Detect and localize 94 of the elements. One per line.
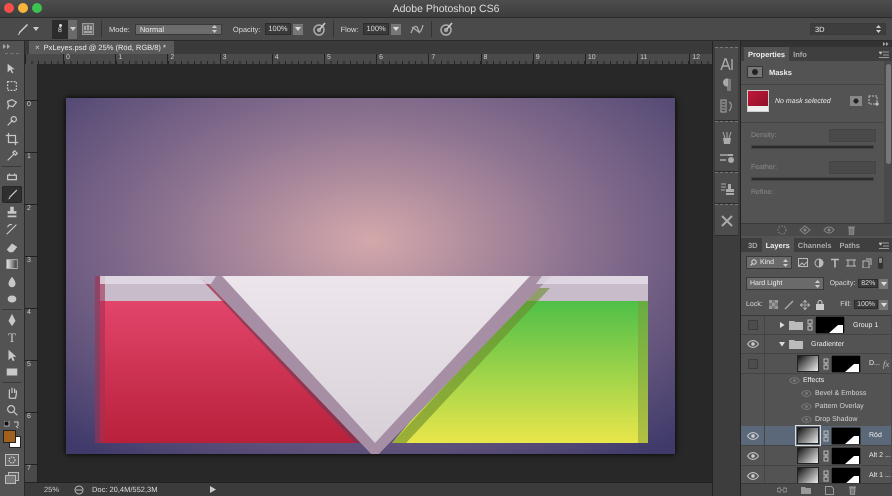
zoom-window-button[interactable] xyxy=(32,3,42,13)
image-filter-icon[interactable] xyxy=(798,258,808,267)
type-filter-icon[interactable] xyxy=(830,258,840,268)
add-vector-mask-icon[interactable] xyxy=(868,95,880,107)
folder-icon xyxy=(789,320,803,330)
caret-icon[interactable] xyxy=(33,27,39,31)
link-icon xyxy=(823,450,829,462)
layer-thumbnail xyxy=(747,90,769,112)
brush-tool-button[interactable] xyxy=(2,186,22,203)
close-window-button[interactable] xyxy=(4,3,14,13)
stamp-tool-icon xyxy=(5,204,19,219)
brush-icon[interactable] xyxy=(784,300,794,310)
panel-menu-icon[interactable] xyxy=(879,50,889,58)
fx-label: fx xyxy=(882,358,890,368)
filter-toggle[interactable] xyxy=(878,256,883,268)
layer-thumbnail xyxy=(797,447,819,464)
mask-icon xyxy=(747,66,763,78)
close-tab-button[interactable]: × xyxy=(35,43,40,52)
caret-icon xyxy=(880,302,886,306)
caret-icon xyxy=(392,27,399,31)
link-layers-icon[interactable] xyxy=(776,487,786,493)
layer-thumbnail xyxy=(797,355,819,372)
brush-panel-icon[interactable] xyxy=(82,23,94,35)
trash-icon[interactable] xyxy=(847,225,856,235)
eye-icon[interactable] xyxy=(823,225,835,235)
opacity-caret-button[interactable] xyxy=(292,24,303,34)
link-icon xyxy=(823,470,829,482)
stepper-arrows-icon xyxy=(783,258,788,266)
slider-track[interactable] xyxy=(751,145,874,149)
preview-icon[interactable] xyxy=(74,484,84,494)
character-panel-icon[interactable] xyxy=(720,57,734,71)
crop-tool-icon xyxy=(5,132,19,146)
eye-icon[interactable] xyxy=(746,432,758,440)
lock-pixels-icon[interactable] xyxy=(768,300,778,309)
folder-icon[interactable] xyxy=(800,486,810,494)
disclosure-triangle-icon[interactable] xyxy=(779,322,785,328)
minimize-window-button[interactable] xyxy=(18,3,28,13)
marquee-tool-icon xyxy=(5,79,19,94)
caret-icon xyxy=(70,27,76,31)
type-tool-button[interactable]: T xyxy=(2,328,22,346)
eye-icon[interactable] xyxy=(746,472,758,480)
paragraph-panel-icon[interactable] xyxy=(722,78,732,92)
eye-icon[interactable] xyxy=(746,340,758,348)
expand-icon[interactable] xyxy=(3,44,11,49)
caret-icon xyxy=(880,282,887,286)
panel-menu-icon[interactable] xyxy=(879,242,889,248)
stepper-arrows-icon xyxy=(876,25,881,33)
quick-select-tool-icon xyxy=(5,114,19,128)
add-pixel-mask-icon[interactable] xyxy=(850,96,862,106)
eye-icon[interactable] xyxy=(746,452,758,460)
wrench-screwdriver-icon[interactable] xyxy=(720,214,734,228)
stepper-arrows-icon xyxy=(212,25,217,33)
shape-filter-icon[interactable] xyxy=(846,258,856,268)
window-title: Adobe Photoshop CS6 xyxy=(392,2,500,14)
lock-icon[interactable] xyxy=(816,300,824,310)
disclosure-triangle-icon[interactable] xyxy=(779,341,785,347)
lasso-tool-icon xyxy=(5,96,19,111)
folder-icon xyxy=(789,339,803,349)
stepper-arrows-icon xyxy=(814,280,820,288)
glyph-panel-icon[interactable] xyxy=(720,99,734,113)
foreground-color-swatch[interactable] xyxy=(3,430,16,443)
brush-cup-icon[interactable] xyxy=(720,131,734,145)
apply-mask-icon[interactable] xyxy=(799,225,811,235)
link-icon xyxy=(807,319,813,331)
pressure-size-icon[interactable] xyxy=(438,22,453,36)
airbrush-icon[interactable] xyxy=(410,23,424,35)
layer-thumbnail xyxy=(797,427,819,444)
quick-mask-icon[interactable] xyxy=(5,454,19,466)
smart-object-filter-icon[interactable] xyxy=(862,258,872,268)
link-icon xyxy=(823,358,829,370)
clone-source-icon[interactable] xyxy=(720,182,734,196)
flow-caret-button[interactable] xyxy=(390,24,401,34)
history-brush-tool-icon xyxy=(5,222,19,236)
pressure-opacity-icon[interactable] xyxy=(312,22,326,36)
caret-icon xyxy=(294,27,301,31)
menu-arrow-icon[interactable] xyxy=(210,486,216,493)
screen-mode-icon[interactable] xyxy=(5,472,19,484)
link-icon xyxy=(823,430,829,442)
adjustment-filter-icon[interactable] xyxy=(814,258,824,268)
slider-track[interactable] xyxy=(751,177,874,181)
load-selection-icon[interactable] xyxy=(777,225,787,235)
search-icon xyxy=(750,259,757,266)
trash-icon[interactable] xyxy=(848,485,856,495)
fill-caret-button[interactable] xyxy=(879,300,888,310)
zoom-tool-icon xyxy=(5,403,19,418)
move-arrows-icon[interactable] xyxy=(800,300,810,310)
brush-presets-icon[interactable] xyxy=(718,152,734,164)
opacity-caret-button[interactable] xyxy=(879,278,888,288)
scrollbar[interactable] xyxy=(884,61,892,223)
eyedropper-tool-icon xyxy=(5,149,19,164)
swap-colors-icon[interactable] xyxy=(4,421,20,429)
layer-thumbnail xyxy=(797,467,819,484)
gradient-tool-icon xyxy=(5,257,19,272)
new-layer-icon[interactable] xyxy=(824,486,834,494)
